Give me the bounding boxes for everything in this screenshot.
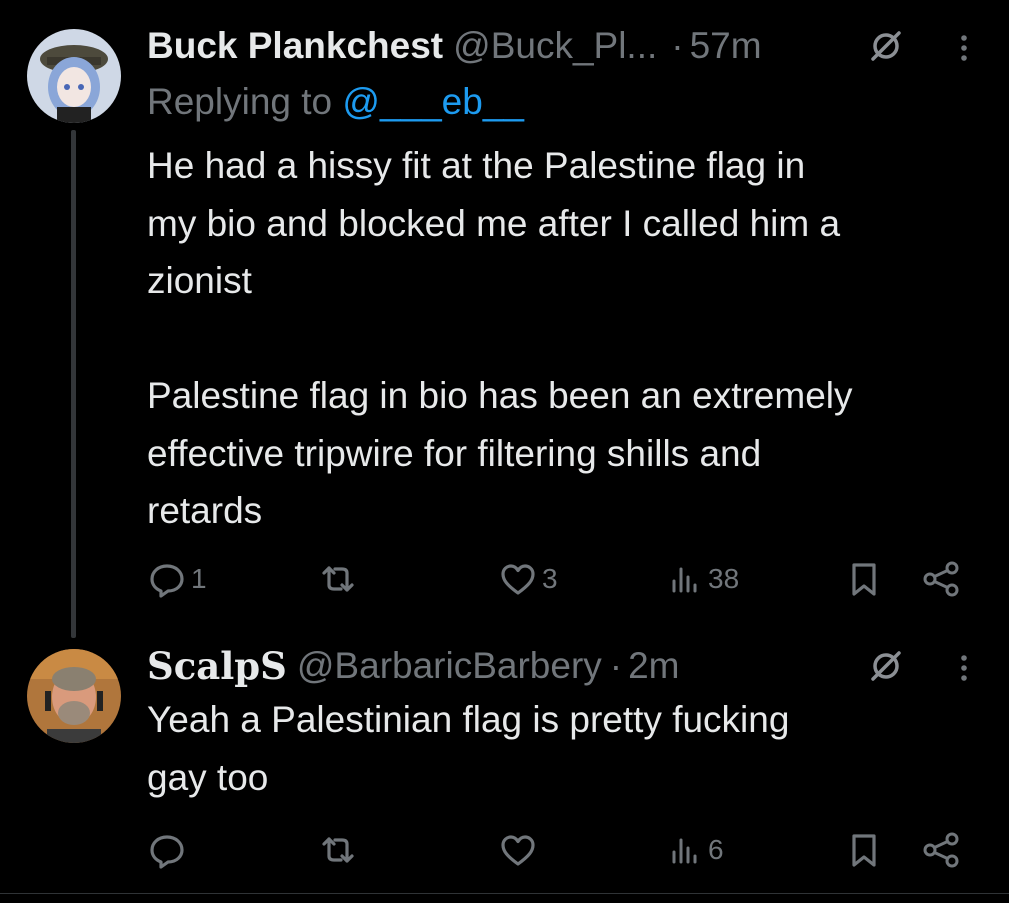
- share-button[interactable]: [919, 557, 963, 601]
- tweet-actions: 6: [147, 828, 967, 872]
- handle[interactable]: @Buck_Pl...: [453, 24, 657, 68]
- replying-to-label: Replying to: [147, 81, 343, 122]
- repost-icon: [318, 559, 358, 599]
- reply-icon: [147, 830, 187, 870]
- like-button[interactable]: [498, 828, 542, 872]
- timestamp[interactable]: 2m: [628, 644, 679, 688]
- reply-button[interactable]: [147, 828, 191, 872]
- null-badge-icon: [866, 646, 906, 686]
- bookmark-icon: [844, 830, 884, 870]
- null-badge-icon: [866, 26, 906, 66]
- replying-to: Replying to @___eb__: [147, 80, 524, 124]
- views-count: 6: [708, 834, 724, 865]
- tweet-text: He had a hissy fit at the Palestine flag…: [147, 145, 853, 531]
- tweet-header: Buck Plankchest @Buck_Pl... · 57m: [147, 24, 762, 68]
- display-name[interactable]: ScalpS: [147, 644, 287, 688]
- timestamp[interactable]: 57m: [690, 24, 762, 68]
- like-count: 3: [542, 563, 558, 594]
- tweet[interactable]: ScalpS @BarbaricBarbery · 2m Yeah a Pale…: [0, 640, 1009, 895]
- like-icon: [498, 830, 538, 870]
- separator: ·: [671, 25, 684, 66]
- tweet-actions: 1 3 38: [147, 557, 967, 601]
- repost-button[interactable]: [318, 828, 362, 872]
- handle[interactable]: @BarbaricBarbery: [297, 644, 602, 688]
- thread-line: [71, 130, 76, 638]
- bookmark-button[interactable]: [844, 828, 884, 872]
- reply-button[interactable]: 1: [147, 557, 207, 601]
- tweet-header: ScalpS @BarbaricBarbery · 2m: [147, 644, 680, 688]
- tweet-text: Yeah a Palestinian flag is pretty fuckin…: [147, 699, 790, 798]
- reply-icon: [147, 559, 187, 599]
- bookmark-icon: [844, 559, 884, 599]
- repost-icon: [318, 830, 358, 870]
- share-button[interactable]: [919, 828, 963, 872]
- repost-button[interactable]: [318, 557, 362, 601]
- tweet[interactable]: Buck Plankchest @Buck_Pl... · 57m Replyi…: [0, 0, 1009, 640]
- more-icon[interactable]: [954, 648, 974, 688]
- views-icon: [668, 830, 704, 870]
- divider: [0, 893, 1009, 894]
- reply-count: 1: [191, 563, 207, 594]
- like-button[interactable]: 3: [498, 557, 558, 601]
- reply-handle-link[interactable]: @___eb__: [342, 81, 524, 122]
- avatar[interactable]: [27, 29, 121, 123]
- views-button[interactable]: 38: [668, 557, 739, 601]
- views-button[interactable]: 6: [668, 828, 724, 872]
- avatar[interactable]: [27, 649, 121, 743]
- share-icon: [919, 559, 963, 599]
- separator: ·: [609, 645, 623, 686]
- bookmark-button[interactable]: [844, 557, 884, 601]
- views-count: 38: [708, 563, 740, 594]
- like-icon: [498, 559, 538, 599]
- display-name[interactable]: Buck Plankchest: [147, 24, 443, 68]
- share-icon: [919, 830, 963, 870]
- more-icon[interactable]: [954, 28, 974, 68]
- views-icon: [668, 559, 704, 599]
